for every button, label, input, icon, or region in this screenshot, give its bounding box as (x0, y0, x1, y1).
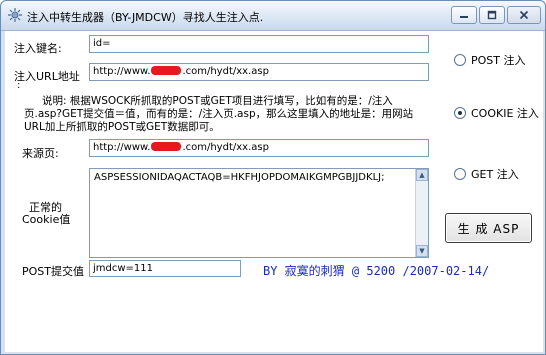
radio-get-injection[interactable]: GET 注入 (454, 166, 519, 182)
generate-asp-button[interactable]: 生 成 ASP (445, 213, 532, 243)
minimize-button[interactable] (451, 6, 477, 24)
url-value-suffix: .com/hydt/xx.asp (182, 66, 269, 77)
window-title: 注入中转生成器（BY-JMDCW）寻找人生注入点. (27, 11, 264, 24)
referer-label: 来源页: (22, 147, 59, 160)
radio-cookie-label: COOKIE 注入 (471, 107, 539, 120)
maximize-icon (487, 10, 497, 20)
radio-cookie-dot (454, 107, 466, 119)
radio-post-injection[interactable]: POST 注入 (454, 52, 526, 68)
radio-post-dot (454, 54, 466, 66)
referer-value-suffix: .com/hydt/xx.asp (182, 142, 269, 153)
url-label-colon: : (17, 80, 21, 91)
referer-value-prefix: http://www. (93, 142, 151, 153)
scroll-down-arrow-icon[interactable]: ▼ (416, 245, 428, 257)
radio-get-label: GET 注入 (471, 168, 519, 181)
cookie-value: ASPSESSIONIDAQACTAQB=HKFHJOPDOMAIKGMPGBJ… (94, 172, 385, 183)
title-bar[interactable]: 注入中转生成器（BY-JMDCW）寻找人生注入点. (1, 1, 545, 31)
description-text: 说明: 根据WSOCK所抓取的POST或GET项目进行填写，比如有的是：/注入页… (24, 95, 414, 133)
close-button[interactable] (507, 6, 541, 24)
maximize-button[interactable] (479, 6, 505, 24)
key-name-label: 注入键名: (14, 42, 62, 55)
minimize-icon (460, 16, 468, 18)
cookie-label-line2: Cookie值 (22, 213, 71, 226)
credit-text: BY 寂寞的刺猬 @ 5200 /2007-02-14/ (263, 264, 490, 278)
post-value-label: POST提交值 (22, 265, 84, 278)
post-value-text: jmdcw=111 (93, 263, 154, 274)
radio-get-dot (454, 168, 466, 180)
radio-post-label: POST 注入 (471, 54, 526, 67)
scroll-up-arrow-icon[interactable]: ▲ (416, 169, 428, 181)
app-window: 注入中转生成器（BY-JMDCW）寻找人生注入点. 注入键名: id= 注入UR… (0, 0, 546, 355)
key-name-input[interactable]: id= (89, 35, 429, 53)
post-value-input[interactable]: jmdcw=111 (89, 260, 241, 277)
key-name-value: id= (93, 38, 111, 49)
close-icon (519, 10, 529, 20)
app-icon (8, 8, 22, 22)
cookie-textarea[interactable]: ASPSESSIONIDAQACTAQB=HKFHJOPDOMAIKGMPGBJ… (89, 168, 429, 258)
url-label: 注入URL地址 (14, 70, 80, 83)
url-input[interactable]: http://www. .com/hydt/xx.asp (89, 63, 429, 81)
redaction-mark (151, 66, 182, 75)
radio-cookie-injection[interactable]: COOKIE 注入 (454, 105, 539, 121)
referer-input[interactable]: http://www. .com/hydt/xx.asp (89, 139, 429, 157)
cookie-scrollbar[interactable]: ▲ ▼ (415, 169, 428, 257)
url-value-prefix: http://www. (93, 66, 151, 77)
form-panel: 注入键名: id= 注入URL地址 : http://www. .com/hydt… (5, 31, 543, 352)
redaction-mark (151, 142, 182, 151)
